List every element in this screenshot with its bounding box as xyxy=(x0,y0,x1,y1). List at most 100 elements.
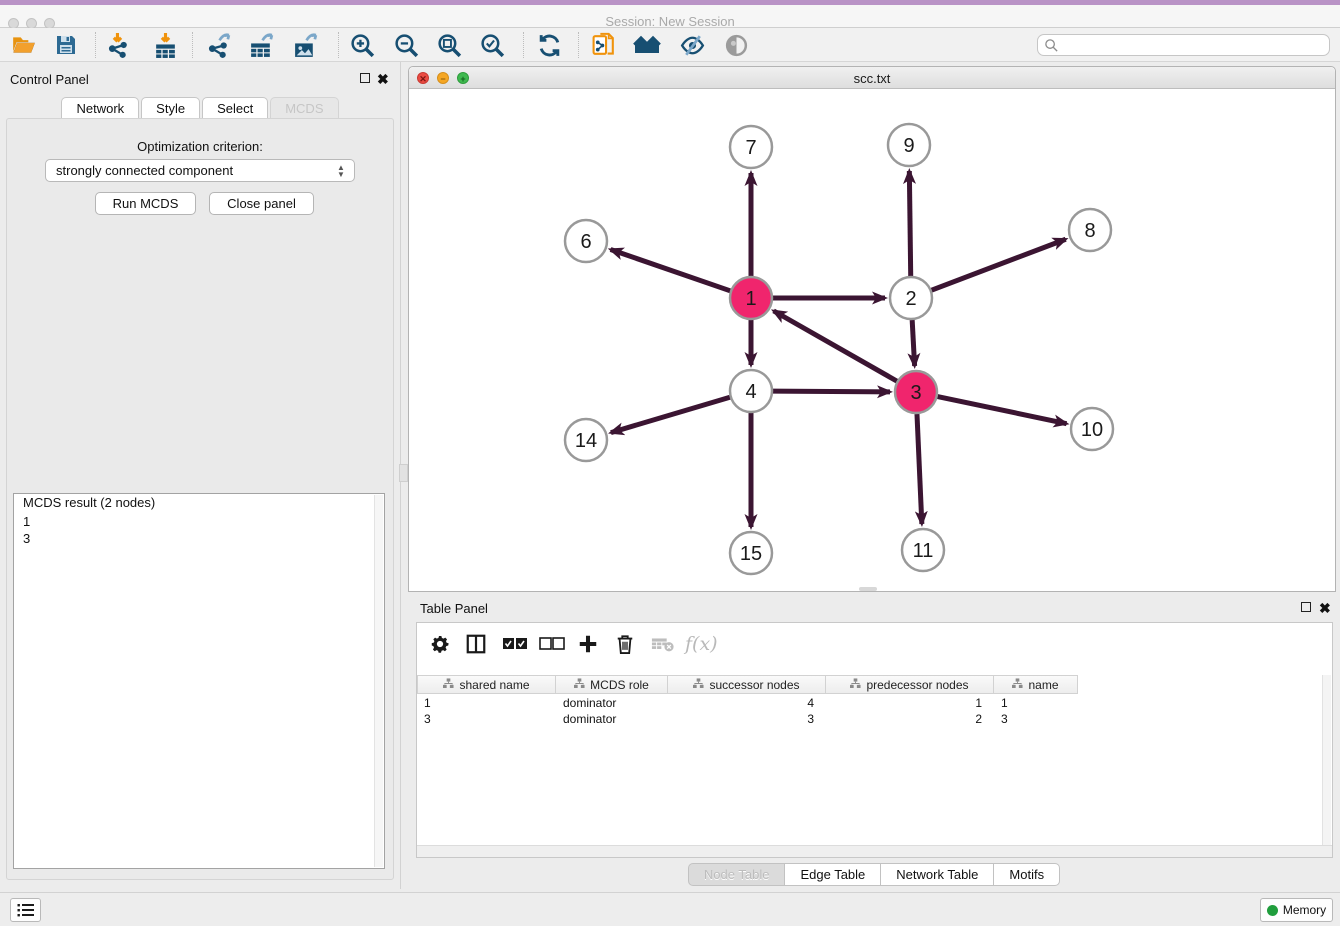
node-label-14: 14 xyxy=(575,430,597,452)
column-header-3[interactable]: predecessor nodes xyxy=(826,675,994,694)
node-label-3: 3 xyxy=(910,382,921,404)
edge-4-14[interactable] xyxy=(611,397,730,432)
task-history-button[interactable] xyxy=(10,898,41,922)
control-panel-tabs: NetworkStyleSelectMCDS xyxy=(0,97,400,119)
tab-mcds[interactable]: MCDS xyxy=(270,97,338,119)
node-label-2: 2 xyxy=(905,288,916,310)
columns-icon[interactable] xyxy=(465,629,487,659)
tab-network-table[interactable]: Network Table xyxy=(881,863,994,886)
control-panel: Control Panel ✖ NetworkStyleSelectMCDS O… xyxy=(0,62,401,889)
column-header-label: shared name xyxy=(459,678,529,692)
table-cell[interactable]: 3 xyxy=(668,711,826,727)
search-input[interactable] xyxy=(1059,36,1329,54)
chevron-updown-icon: ▲▼ xyxy=(334,162,348,179)
node-label-7: 7 xyxy=(745,137,756,159)
edge-1-6[interactable] xyxy=(611,249,731,290)
float-panel-icon[interactable] xyxy=(360,73,370,83)
import-network-icon[interactable] xyxy=(100,31,136,59)
import-table-icon[interactable] xyxy=(147,31,183,59)
delete-column-icon[interactable] xyxy=(615,629,635,659)
select-all-icon[interactable] xyxy=(502,629,528,659)
close-table-panel-icon[interactable]: ✖ xyxy=(1319,603,1331,613)
mcds-result-title: MCDS result (2 nodes) xyxy=(20,495,158,510)
edge-3-1[interactable] xyxy=(774,311,897,381)
edge-2-3[interactable] xyxy=(912,320,914,366)
deselect-all-icon[interactable] xyxy=(539,629,565,659)
table-cell[interactable]: 4 xyxy=(668,695,826,711)
network-window-title: scc.txt xyxy=(409,71,1335,86)
column-header-4[interactable]: name xyxy=(994,675,1078,694)
table-cell[interactable]: 1 xyxy=(826,695,994,711)
mcds-result-box: MCDS result (2 nodes) 1 3 xyxy=(13,493,385,869)
hide-graphics-icon[interactable] xyxy=(718,31,754,59)
tab-node-table[interactable]: Node Table xyxy=(688,863,786,886)
toolbar-separator xyxy=(578,32,579,58)
node-label-10: 10 xyxy=(1081,419,1103,441)
sort-icon xyxy=(693,678,704,692)
sort-icon xyxy=(574,678,585,692)
network-hscroll-nub[interactable] xyxy=(859,587,877,591)
column-header-2[interactable]: successor nodes xyxy=(668,675,826,694)
edge-2-8[interactable] xyxy=(932,239,1066,290)
column-header-0[interactable]: shared name xyxy=(417,675,556,694)
add-column-icon[interactable] xyxy=(577,629,599,659)
gear-icon[interactable] xyxy=(429,629,451,659)
table-cell[interactable]: 3 xyxy=(417,711,556,727)
table-cell[interactable]: dominator xyxy=(556,711,668,727)
optimization-criterion-select[interactable]: strongly connected component ▲▼ xyxy=(45,159,355,182)
first-neighbors-icon[interactable] xyxy=(630,31,666,59)
edge-4-3[interactable] xyxy=(773,391,890,392)
export-table-icon[interactable] xyxy=(243,31,279,59)
memory-status-icon xyxy=(1267,905,1278,916)
splitter-grip[interactable] xyxy=(399,464,408,482)
export-network-icon[interactable] xyxy=(200,31,236,59)
close-panel-button[interactable]: Close panel xyxy=(209,192,314,215)
zoom-in-icon[interactable] xyxy=(344,31,380,59)
tab-style[interactable]: Style xyxy=(141,97,200,119)
edge-2-9[interactable] xyxy=(909,171,910,276)
network-graph-canvas[interactable]: 1234678910111415 xyxy=(409,89,1335,591)
memory-label: Memory xyxy=(1283,903,1326,917)
control-panel-title: Control Panel xyxy=(10,72,89,87)
edge-3-10[interactable] xyxy=(938,397,1067,424)
zoom-out-icon[interactable] xyxy=(388,31,424,59)
column-header-label: MCDS role xyxy=(590,678,649,692)
table-hscrollbar[interactable] xyxy=(417,845,1332,857)
clone-network-icon[interactable] xyxy=(586,31,622,59)
float-table-panel-icon[interactable] xyxy=(1301,602,1311,612)
toolbar-separator xyxy=(523,32,524,58)
export-image-icon[interactable] xyxy=(287,31,323,59)
zoom-selected-icon[interactable] xyxy=(474,31,510,59)
run-mcds-button[interactable]: Run MCDS xyxy=(95,192,196,215)
tab-select[interactable]: Select xyxy=(202,97,268,119)
network-window-titlebar[interactable]: ✕ − + scc.txt xyxy=(409,67,1335,89)
node-label-1: 1 xyxy=(745,288,756,310)
table-cell[interactable]: 1 xyxy=(994,695,1078,711)
table-cell[interactable]: dominator xyxy=(556,695,668,711)
search-icon xyxy=(1044,38,1059,53)
edge-3-11[interactable] xyxy=(917,414,922,524)
column-header-1[interactable]: MCDS role xyxy=(556,675,668,694)
save-session-icon[interactable] xyxy=(48,31,84,59)
table-cell[interactable]: 2 xyxy=(826,711,994,727)
mcds-result-scrollbar[interactable] xyxy=(374,495,383,867)
delete-table-icon[interactable] xyxy=(651,629,675,659)
close-panel-icon[interactable]: ✖ xyxy=(377,74,389,84)
table-cell[interactable]: 1 xyxy=(417,695,556,711)
table-cell[interactable]: 3 xyxy=(994,711,1078,727)
node-label-6: 6 xyxy=(580,231,591,253)
show-graphics-icon[interactable] xyxy=(674,31,710,59)
zoom-fit-icon[interactable] xyxy=(431,31,467,59)
column-header-label: name xyxy=(1028,678,1058,692)
search-field[interactable] xyxy=(1037,34,1330,56)
memory-button[interactable]: Memory xyxy=(1260,898,1333,922)
table-panel: Table Panel ✖ xyxy=(408,596,1340,889)
tab-edge-table[interactable]: Edge Table xyxy=(785,863,881,886)
tab-network[interactable]: Network xyxy=(61,97,139,119)
node-label-11: 11 xyxy=(913,540,934,562)
table-vscrollbar[interactable] xyxy=(1322,675,1331,845)
tab-motifs[interactable]: Motifs xyxy=(994,863,1060,886)
refresh-view-icon[interactable] xyxy=(531,31,567,59)
toolbar-separator xyxy=(95,32,96,58)
open-session-icon[interactable] xyxy=(6,31,42,59)
